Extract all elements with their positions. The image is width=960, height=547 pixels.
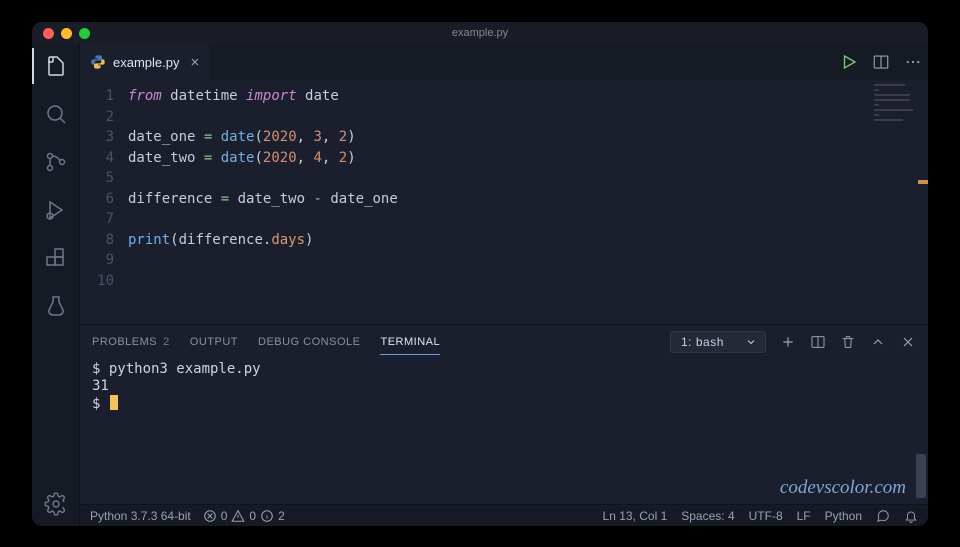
terminal-line: $ python3 example.py [92, 361, 916, 378]
code-content: from datetime import date date_one = dat… [128, 80, 398, 324]
vscode-window: example.py [32, 22, 928, 526]
terminal-line: 31 [92, 378, 916, 395]
status-cursor-position[interactable]: Ln 13, Col 1 [603, 509, 668, 523]
explorer-icon[interactable] [42, 52, 70, 80]
testing-icon[interactable] [42, 292, 70, 320]
python-file-icon [90, 54, 106, 70]
tab-filename: example.py [113, 55, 179, 70]
panel-tab-output[interactable]: OUTPUT [190, 330, 238, 354]
status-problems[interactable]: 0 0 2 [203, 509, 285, 523]
panel-actions: 1: bash [670, 331, 916, 353]
overview-ruler-mark [918, 180, 928, 184]
terminal-output[interactable]: $ python3 example.py 31 $ codevscolor.co… [80, 359, 928, 504]
run-button[interactable] [840, 53, 858, 71]
panel-tab-debug-console[interactable]: DEBUG CONSOLE [258, 330, 360, 354]
maximize-panel-icon[interactable] [870, 334, 886, 350]
status-language[interactable]: Python [825, 509, 862, 523]
more-actions-icon[interactable] [904, 53, 922, 71]
status-bar: Python 3.7.3 64-bit 0 0 2 Ln 13, Col 1 S… [80, 504, 928, 526]
status-python-interpreter[interactable]: Python 3.7.3 64-bit [90, 509, 191, 523]
main-area: example.py × 1 [80, 44, 928, 526]
editor-tabbar: example.py × [80, 44, 928, 80]
watermark-text: codevscolor.com [780, 479, 906, 496]
terminal-selector[interactable]: 1: bash [670, 331, 766, 353]
status-indentation[interactable]: Spaces: 4 [681, 509, 734, 523]
settings-gear-icon[interactable] [42, 490, 70, 518]
split-editor-icon[interactable] [872, 53, 890, 71]
new-terminal-icon[interactable] [780, 334, 796, 350]
status-encoding[interactable]: UTF-8 [749, 509, 783, 523]
info-icon [260, 509, 274, 523]
split-terminal-icon[interactable] [810, 334, 826, 350]
status-eol[interactable]: LF [797, 509, 811, 523]
window-body: example.py × 1 [32, 44, 928, 526]
editor-actions [840, 44, 922, 80]
source-control-icon[interactable] [42, 148, 70, 176]
kill-terminal-icon[interactable] [840, 334, 856, 350]
terminal-cursor [110, 395, 118, 410]
titlebar: example.py [32, 22, 928, 44]
chevron-down-icon [745, 336, 757, 348]
close-panel-icon[interactable] [900, 334, 916, 350]
tab-close-icon[interactable]: × [190, 54, 199, 71]
run-debug-icon[interactable] [42, 196, 70, 224]
terminal-line: $ [92, 395, 916, 413]
minimap[interactable] [874, 84, 926, 132]
panel-scrollbar[interactable] [916, 454, 926, 498]
code-editor[interactable]: 1 2 3 4 5 6 7 8 9 10 from datetime impor… [80, 80, 928, 324]
panel-tab-terminal[interactable]: TERMINAL [380, 330, 440, 355]
warning-icon [231, 509, 245, 523]
extensions-icon[interactable] [42, 244, 70, 272]
activity-bar [32, 44, 80, 526]
window-title: example.py [32, 27, 928, 39]
search-icon[interactable] [42, 100, 70, 128]
status-feedback-icon[interactable] [876, 509, 890, 523]
panel-tab-problems[interactable]: PROBLEMS2 [92, 330, 170, 354]
tab-example-py[interactable]: example.py × [80, 44, 209, 80]
error-icon [203, 509, 217, 523]
panel-tabbar: PROBLEMS2 OUTPUT DEBUG CONSOLE TERMINAL … [80, 325, 928, 359]
status-notifications-icon[interactable] [904, 509, 918, 523]
bottom-panel: PROBLEMS2 OUTPUT DEBUG CONSOLE TERMINAL … [80, 324, 928, 504]
line-number-gutter: 1 2 3 4 5 6 7 8 9 10 [80, 80, 128, 324]
